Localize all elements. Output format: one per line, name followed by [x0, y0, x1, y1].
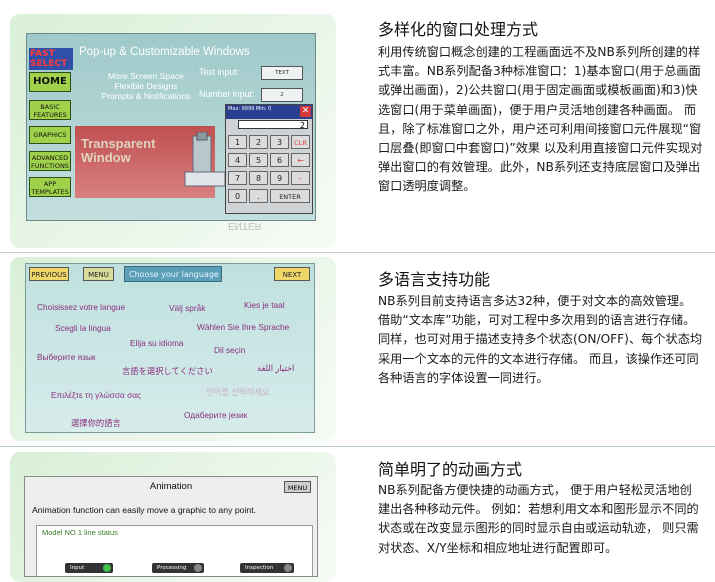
key-4[interactable]: 4 — [228, 153, 247, 167]
section3-body: NB系列配备方便快捷的动画方式， 便于用户轻松灵活地创建出各种移动元件。 例如：… — [378, 483, 699, 555]
key-9[interactable]: 9 — [270, 171, 289, 185]
key-clear[interactable]: CLR — [291, 135, 310, 149]
language-option[interactable]: Выберите язык — [37, 352, 96, 362]
animation-menu-button[interactable]: MENU — [284, 481, 311, 493]
language-option[interactable]: Elija su idioma — [130, 338, 184, 348]
number-input-label: Number input: — [199, 89, 255, 99]
transparent-window-label: Transparent Window — [81, 136, 156, 165]
status-inspection: Inspection — [240, 563, 294, 573]
next-button[interactable]: NEXT — [274, 267, 310, 281]
status-inspection-label: Inspection — [245, 565, 274, 571]
key-0[interactable]: 0 — [228, 189, 247, 203]
language-option[interactable]: Välj språk — [169, 303, 205, 313]
language-option[interactable]: اختيار اللغة — [257, 363, 294, 373]
keypad-reflection: ENTER — [228, 220, 262, 231]
feature-line: Prompts & Notifications — [101, 91, 191, 101]
fast-select-label: FAST SELECT — [29, 48, 73, 70]
language-option[interactable]: Wählen Sie Ihre Sprache — [197, 322, 289, 332]
graphics-button[interactable]: GRAPHICS — [29, 126, 71, 144]
backspace-key[interactable]: ← — [291, 153, 310, 167]
line-status-title: Model NO.1 line status — [42, 528, 118, 537]
key-6[interactable]: 6 — [270, 153, 289, 167]
home-button[interactable]: HOME — [29, 72, 71, 92]
language-option[interactable]: 언어를 선택하세요 — [206, 386, 269, 398]
previous-button[interactable]: PREVIOUS — [29, 267, 69, 281]
language-option[interactable]: Одаберите језик — [184, 410, 247, 420]
language-demo-screen: PREVIOUS MENU Choose your language NEXT … — [25, 263, 315, 433]
key-8[interactable]: 8 — [249, 171, 268, 185]
language-option[interactable]: Dil seçin — [214, 345, 245, 355]
line-status-panel: Model NO.1 line status Input Processing … — [36, 525, 313, 576]
language-chooser[interactable]: Choose your language — [124, 266, 222, 282]
divider — [0, 446, 715, 447]
key-2[interactable]: 2 — [249, 135, 268, 149]
status-dot-icon — [194, 564, 202, 572]
status-input: Input — [65, 563, 113, 573]
language-option[interactable]: Scegli la lingua — [55, 323, 111, 333]
animation-description: Animation function can easily move a gra… — [32, 505, 257, 515]
section1-heading: 多样化的窗口处理方式 — [378, 20, 539, 39]
status-dot-icon — [103, 564, 111, 572]
key-7[interactable]: 7 — [228, 171, 247, 185]
status-processing-label: Processing — [157, 565, 187, 571]
language-option[interactable]: 言語を選択してください — [122, 365, 213, 377]
status-dot-icon — [284, 564, 292, 572]
close-icon[interactable]: ✕ — [300, 106, 311, 117]
numeric-keypad: Max: 9999 Min: 0 ✕ 2 1 2 3 CLR 4 5 6 ← 7… — [225, 104, 313, 214]
divider — [0, 252, 715, 253]
section2-heading: 多语言支持功能 — [378, 270, 491, 289]
decimal-key[interactable]: . — [249, 189, 268, 203]
key-1[interactable]: 1 — [228, 135, 247, 149]
minus-key[interactable]: - — [291, 171, 310, 185]
text-input-label: Text input: — [199, 67, 240, 77]
advanced-functions-button[interactable]: ADVANCED FUNCTIONS — [29, 151, 71, 171]
animation-title: Animation — [149, 481, 193, 492]
section1-body: 利用传统窗口概念创建的工程画面远不及NB系列所创建的样式丰富。NB系列配备3种标… — [378, 45, 703, 194]
number-input-field[interactable]: 2 — [261, 88, 303, 102]
popup-title: Pop-up & Customizable Windows — [79, 46, 250, 58]
language-option[interactable]: Kies je taal — [244, 300, 285, 310]
animation-demo-screen: Animation MENU Animation function can ea… — [24, 476, 318, 577]
language-option[interactable]: Choisissez votre langue — [37, 302, 125, 312]
section3-heading: 简单明了的动画方式 — [378, 460, 523, 479]
keypad-display: 2 — [238, 120, 308, 130]
status-processing: Processing — [152, 563, 204, 573]
status-input-label: Input — [70, 565, 85, 571]
window-demo-screen: FAST SELECT HOME BASIC FEATURES GRAPHICS… — [26, 33, 316, 221]
section2-body: NB系列目前支持语言多达32种，便于对文本的高效管理。 借助“文本库”功能，可对… — [378, 294, 703, 385]
feature-line: More Screen Space — [108, 71, 184, 81]
enter-key[interactable]: ENTER — [270, 189, 310, 203]
language-option[interactable]: Επιλέξτε τη γλώσσα σας — [51, 390, 141, 400]
menu-button[interactable]: MENU — [83, 267, 114, 281]
language-option[interactable]: 選擇你的語言 — [71, 417, 121, 429]
app-templates-button[interactable]: APP TEMPLATES — [29, 177, 71, 197]
key-5[interactable]: 5 — [249, 153, 268, 167]
feature-line: Flexible Designs — [114, 81, 178, 91]
key-3[interactable]: 3 — [270, 135, 289, 149]
text-input-field[interactable]: TEXT — [261, 66, 303, 80]
basic-features-button[interactable]: BASIC FEATURES — [29, 100, 71, 120]
